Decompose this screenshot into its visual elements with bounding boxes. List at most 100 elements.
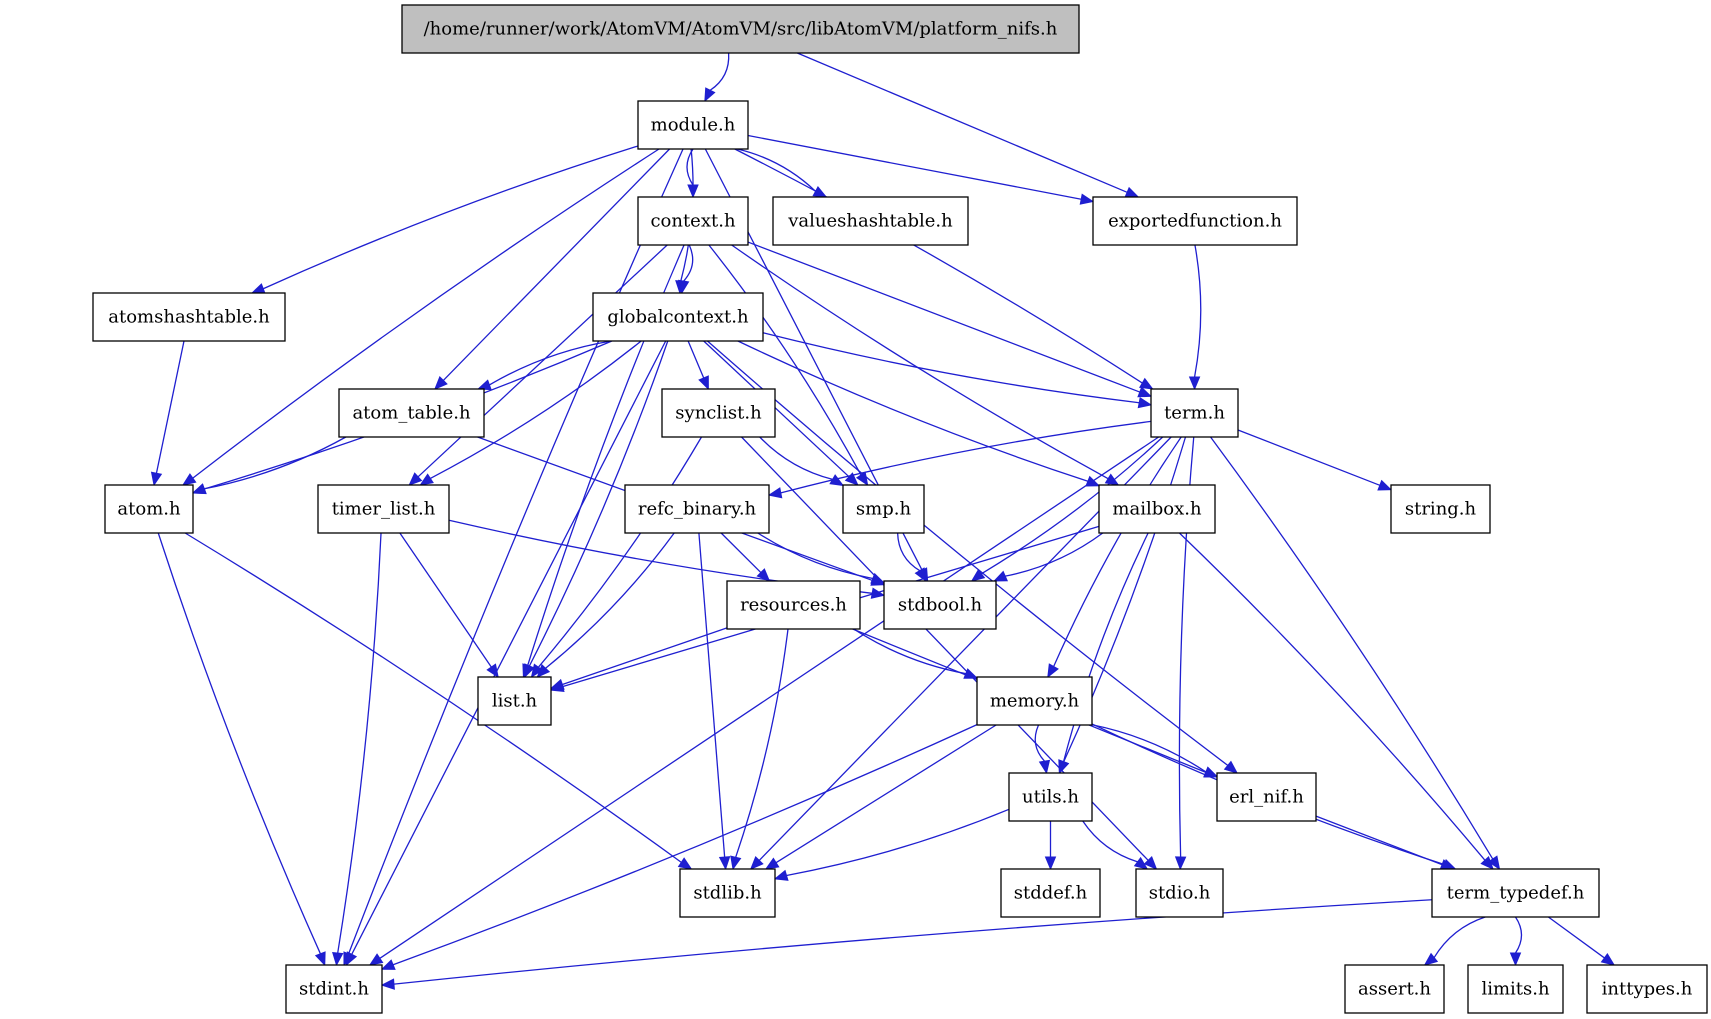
edge-root-to-exportedfunction bbox=[797, 52, 1140, 198]
file-node-term-typedef[interactable]: term_typedef.h bbox=[1431, 868, 1600, 918]
file-node-mailbox[interactable]: mailbox.h bbox=[1098, 484, 1216, 534]
edge-timer_list-to-stdint bbox=[332, 532, 382, 967]
arrowhead-icon bbox=[698, 375, 709, 391]
file-node-timer-list[interactable]: timer_list.h bbox=[317, 484, 450, 534]
node-label: mailbox.h bbox=[1112, 499, 1202, 520]
file-node-refc-binary[interactable]: refc_binary.h bbox=[624, 484, 770, 534]
file-node-stdint[interactable]: stdint.h bbox=[285, 964, 383, 1014]
edge-utils-to-stddef bbox=[1044, 821, 1057, 871]
file-node-valueshashtable[interactable]: valueshashtable.h bbox=[772, 196, 969, 246]
file-node-list[interactable]: list.h bbox=[477, 676, 552, 726]
edge-term_typedef-to-inttypes bbox=[1547, 916, 1616, 966]
file-node-erl-nif[interactable]: erl_nif.h bbox=[1216, 772, 1317, 822]
node-label: assert.h bbox=[1358, 979, 1431, 1000]
edge-line bbox=[1034, 724, 1046, 762]
edge-line bbox=[1547, 916, 1605, 959]
edge-term_typedef-to-limits bbox=[1509, 916, 1523, 967]
file-node-context[interactable]: context.h bbox=[637, 196, 749, 246]
node-label: string.h bbox=[1405, 499, 1477, 520]
file-node-stdio[interactable]: stdio.h bbox=[1135, 868, 1224, 918]
node-label: stddef.h bbox=[1014, 883, 1088, 904]
edge-line bbox=[399, 532, 492, 668]
arrowhead-icon bbox=[730, 855, 742, 871]
file-node-stdlib[interactable]: stdlib.h bbox=[679, 868, 776, 918]
file-node-term[interactable]: term.h bbox=[1150, 388, 1239, 438]
arrowhead-icon bbox=[549, 678, 565, 690]
arrowhead-icon bbox=[1047, 663, 1059, 679]
file-node-string[interactable]: string.h bbox=[1390, 484, 1491, 534]
file-node-inttypes[interactable]: inttypes.h bbox=[1586, 964, 1708, 1014]
node-label: atom_table.h bbox=[352, 403, 470, 424]
arrowhead-icon bbox=[1174, 856, 1187, 871]
arrowhead-icon bbox=[1038, 759, 1051, 775]
file-node-utils[interactable]: utils.h bbox=[1008, 772, 1093, 822]
file-node-resources[interactable]: resources.h bbox=[726, 580, 861, 630]
file-node-stdbool[interactable]: stdbool.h bbox=[883, 580, 997, 630]
edge-root-to-module bbox=[704, 52, 730, 103]
arrowhead-icon bbox=[1104, 473, 1120, 486]
edge-line bbox=[157, 532, 322, 955]
edge-atom-to-stdint bbox=[157, 532, 326, 967]
node-label: valueshashtable.h bbox=[787, 211, 953, 232]
file-node-module[interactable]: module.h bbox=[637, 100, 749, 150]
file-node-stddef[interactable]: stddef.h bbox=[1000, 868, 1101, 918]
arrowhead-icon bbox=[150, 471, 163, 487]
node-label: term.h bbox=[1164, 403, 1225, 424]
file-node-exportedfunction[interactable]: exportedfunction.h bbox=[1092, 196, 1298, 246]
node-label: smp.h bbox=[856, 499, 912, 520]
node-label: stdlib.h bbox=[693, 883, 762, 904]
node-label: utils.h bbox=[1022, 787, 1079, 808]
edge-synclist-to-smp bbox=[759, 436, 845, 487]
node-layer: /home/runner/work/AtomVM/AtomVM/src/libA… bbox=[92, 4, 1708, 1014]
edge-module-to-term bbox=[734, 148, 1154, 390]
edge-line bbox=[1433, 916, 1486, 958]
arrowhead-icon bbox=[1044, 856, 1057, 871]
node-label: globalcontext.h bbox=[607, 307, 749, 328]
arrowhead-icon bbox=[718, 856, 731, 871]
edge-synclist-to-list bbox=[530, 436, 703, 679]
arrowhead-icon bbox=[767, 487, 783, 499]
file-node-atomshashtable[interactable]: atomshashtable.h bbox=[92, 292, 286, 342]
file-node-limits[interactable]: limits.h bbox=[1467, 964, 1564, 1014]
file-node-globalcontext[interactable]: globalcontext.h bbox=[592, 292, 764, 342]
node-label: context.h bbox=[650, 211, 736, 232]
arrowhead-icon bbox=[1137, 396, 1153, 409]
file-node-atom[interactable]: atom.h bbox=[104, 484, 194, 534]
edge-memory-to-utils bbox=[1034, 724, 1051, 775]
edge-refc_binary-to-stdlib bbox=[698, 532, 731, 871]
arrowhead-icon bbox=[191, 483, 207, 495]
node-label: module.h bbox=[651, 115, 736, 136]
edge-line bbox=[1237, 429, 1381, 486]
edge-synclist-to-stdio bbox=[741, 436, 1158, 870]
edge-line bbox=[687, 340, 705, 379]
file-node-memory[interactable]: memory.h bbox=[976, 676, 1093, 726]
node-label: timer_list.h bbox=[332, 499, 436, 520]
node-label: memory.h bbox=[990, 691, 1080, 712]
file-node-smp[interactable]: smp.h bbox=[842, 484, 925, 534]
edge-term_typedef-to-stdint bbox=[380, 899, 1433, 990]
node-label: exportedfunction.h bbox=[1108, 211, 1282, 232]
node-label: list.h bbox=[492, 691, 538, 712]
edge-module-to-stdint bbox=[343, 148, 684, 967]
edge-globalcontext-to-term bbox=[762, 332, 1153, 409]
arrowhead-icon bbox=[419, 473, 434, 486]
node-label: inttypes.h bbox=[1602, 979, 1693, 1000]
file-node-atom-table[interactable]: atom_table.h bbox=[338, 388, 485, 438]
node-label: limits.h bbox=[1481, 979, 1550, 1000]
edge-line bbox=[709, 52, 730, 91]
root-file-node[interactable]: /home/runner/work/AtomVM/AtomVM/src/libA… bbox=[401, 4, 1080, 54]
edge-utils-to-stdio bbox=[1082, 820, 1149, 870]
edge-atom-to-stdlib bbox=[184, 532, 693, 870]
edge-refc_binary-to-list bbox=[536, 532, 675, 678]
edge-module-to-exportedfunction bbox=[747, 134, 1095, 205]
node-label: stdbool.h bbox=[898, 595, 983, 616]
edge-line bbox=[775, 724, 997, 864]
edge-line bbox=[393, 899, 1433, 985]
arrowhead-icon bbox=[764, 857, 780, 870]
include-graph: /home/runner/work/AtomVM/AtomVM/src/libA… bbox=[92, 4, 1708, 1014]
arrowhead-icon bbox=[1377, 479, 1393, 491]
file-node-synclist[interactable]: synclist.h bbox=[661, 388, 776, 438]
arrowhead-icon bbox=[250, 283, 266, 294]
edge-smp-to-stdbool bbox=[896, 532, 927, 583]
file-node-assert[interactable]: assert.h bbox=[1344, 964, 1445, 1014]
